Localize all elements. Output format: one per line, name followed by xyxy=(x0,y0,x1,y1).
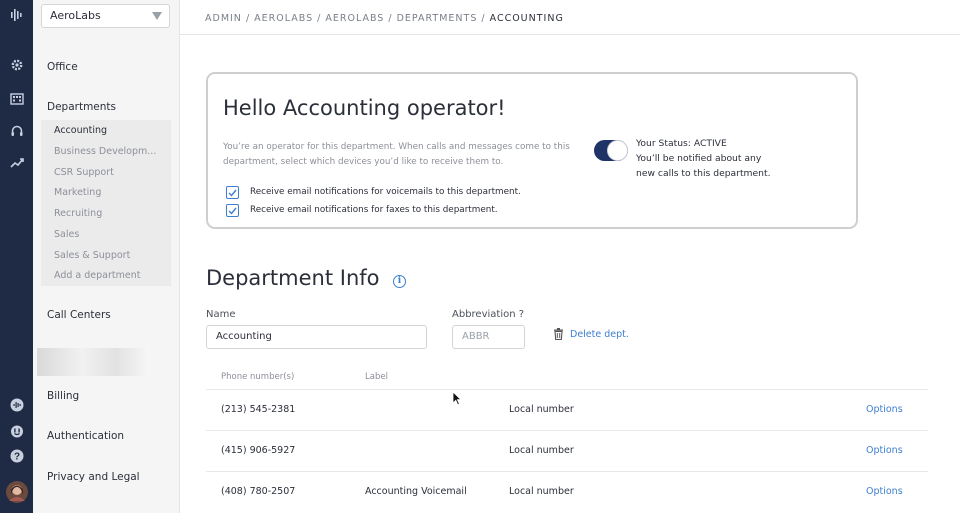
abbreviation-label: Abbreviation ? xyxy=(452,309,525,320)
sidebar-item-privacy-legal[interactable]: Privacy and Legal xyxy=(47,471,140,483)
column-header-label: Label xyxy=(365,372,388,382)
sidebar-item-departments[interactable]: Departments xyxy=(47,101,116,113)
table-row: (415) 906-5927 Local number Options xyxy=(206,430,928,471)
options-link[interactable]: Options xyxy=(866,445,903,456)
breadcrumb-current: ACCOUNTING xyxy=(489,13,564,24)
breadcrumb: ADMIN / AEROLABS / AEROLABS / DEPARTMENT… xyxy=(205,13,564,24)
mascot-icon[interactable] xyxy=(0,419,33,443)
building-icon[interactable] xyxy=(0,86,33,110)
delete-department-button[interactable]: Delete dept. xyxy=(553,328,629,340)
options-link[interactable]: Options xyxy=(866,404,903,415)
voice-icon[interactable] xyxy=(0,393,33,417)
avatar[interactable] xyxy=(0,478,33,506)
icon-rail: ? xyxy=(0,0,33,513)
help-icon[interactable]: ? xyxy=(0,444,33,468)
fax-checkbox-label: Receive email notifications for faxes to… xyxy=(250,205,498,215)
svg-text:?: ? xyxy=(13,452,19,463)
phone-type: Local number xyxy=(509,404,574,415)
sidebar-item-marketing[interactable]: Marketing xyxy=(54,187,101,198)
operator-card: Hello Accounting operator! You’re an ope… xyxy=(206,72,858,229)
status-line-1: Your Status: ACTIVE xyxy=(636,138,727,149)
table-row: (408) 780-2507 Accounting Voicemail Loca… xyxy=(206,471,928,512)
status-toggle[interactable] xyxy=(594,140,628,161)
department-info-title: Department Info xyxy=(206,266,380,290)
sidebar-item-sales-support[interactable]: Sales & Support xyxy=(54,250,130,261)
chevron-down-icon xyxy=(152,12,162,20)
phone-number: (213) 545-2381 xyxy=(221,404,296,415)
status-line-3: new calls to this department. xyxy=(636,168,771,179)
sidebar-item-billing[interactable]: Billing xyxy=(47,390,79,402)
app-window: ? AeroLabs Office Departments Accounting… xyxy=(0,0,960,513)
name-label: Name xyxy=(206,309,236,320)
info-icon[interactable]: i xyxy=(393,275,406,288)
voicemail-checkbox[interactable] xyxy=(226,186,239,199)
toggle-knob xyxy=(607,140,628,161)
company-selector[interactable]: AeroLabs xyxy=(41,4,170,28)
sidebar-item-call-centers[interactable]: Call Centers xyxy=(47,309,111,321)
sidebar-item-accounting[interactable]: Accounting xyxy=(54,125,107,136)
sidebar-item-recruiting[interactable]: Recruiting xyxy=(54,208,102,219)
phone-number: (408) 780-2507 xyxy=(221,486,296,497)
app-logo-icon[interactable] xyxy=(0,3,33,27)
header-divider xyxy=(180,34,960,35)
status-text: Your Status: ACTIVE You’ll be notified a… xyxy=(636,136,771,181)
headset-icon[interactable] xyxy=(0,119,33,143)
gear-icon[interactable] xyxy=(0,53,33,77)
blurred-item xyxy=(37,348,150,376)
admin-sidebar: AeroLabs Office Departments Accounting B… xyxy=(33,0,180,513)
phone-label: Accounting Voicemail xyxy=(365,486,467,497)
company-name: AeroLabs xyxy=(50,9,101,22)
phone-number: (415) 906-5927 xyxy=(221,445,296,456)
analytics-icon[interactable] xyxy=(0,151,33,175)
sidebar-item-csr-support[interactable]: CSR Support xyxy=(54,167,114,178)
operator-description: You’re an operator for this department. … xyxy=(223,142,570,167)
mouse-cursor-icon xyxy=(452,391,462,406)
abbreviation-input[interactable]: ABBR xyxy=(452,325,525,349)
operator-greeting: Hello Accounting operator! xyxy=(223,96,506,120)
delete-department-label: Delete dept. xyxy=(570,328,629,340)
department-name-input[interactable]: Accounting xyxy=(206,325,427,349)
phone-type: Local number xyxy=(509,486,574,497)
status-line-2: You’ll be notified about any xyxy=(636,153,762,164)
sidebar-item-business-development[interactable]: Business Developm... xyxy=(54,146,156,157)
voicemail-checkbox-label: Receive email notifications for voicemai… xyxy=(250,187,521,197)
breadcrumb-path[interactable]: ADMIN / AEROLABS / AEROLABS / DEPARTMENT… xyxy=(205,13,490,24)
sidebar-item-sales[interactable]: Sales xyxy=(54,229,79,240)
sidebar-item-authentication[interactable]: Authentication xyxy=(47,430,124,442)
add-department-link[interactable]: Add a department xyxy=(54,270,140,281)
table-row: (213) 545-2381 Local number Options xyxy=(206,389,928,430)
trash-icon xyxy=(554,328,563,340)
sidebar-item-office[interactable]: Office xyxy=(47,61,78,73)
checkmark-icon xyxy=(228,189,237,197)
phone-type: Local number xyxy=(509,445,574,456)
column-header-phone: Phone number(s) xyxy=(221,372,295,382)
checkmark-icon xyxy=(228,207,237,215)
fax-checkbox[interactable] xyxy=(226,204,239,217)
options-link[interactable]: Options xyxy=(866,486,903,497)
department-submenu: Accounting Business Developm... CSR Supp… xyxy=(41,120,171,286)
